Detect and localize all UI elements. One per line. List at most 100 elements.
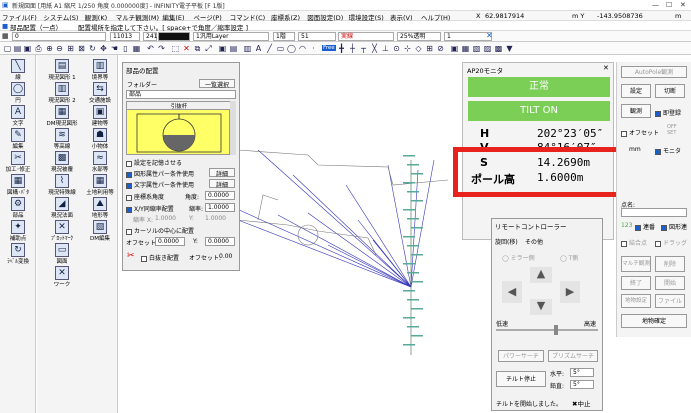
line-tool-icon[interactable]: ╱ bbox=[265, 44, 274, 53]
tool-button[interactable]: ▥ 境界等 bbox=[82, 59, 118, 81]
combine-checkbox[interactable]: 結合点 bbox=[621, 238, 647, 247]
text-attr-checkbox[interactable]: 文字属性パー条件使用 bbox=[126, 180, 194, 189]
graphic-attr-checkbox[interactable]: 図形属性パー条件使用 bbox=[126, 169, 194, 178]
snap-end-icon[interactable]: ╋ bbox=[337, 44, 346, 53]
monitor-close-icon[interactable]: ✕ bbox=[603, 64, 609, 72]
scale-input[interactable]: 1.0000 bbox=[205, 203, 235, 212]
remember-checkbox[interactable]: 設定を記憶させる bbox=[126, 158, 182, 167]
pan-icon[interactable]: ✥ bbox=[99, 44, 108, 53]
snap-perp-icon[interactable]: ┬ bbox=[359, 44, 368, 53]
fill-icon[interactable]: ▧ bbox=[472, 44, 481, 53]
line-number-select[interactable]: 51 bbox=[298, 32, 336, 41]
multi-observe-button[interactable]: マルチ観測 bbox=[621, 256, 651, 272]
tool-button[interactable]: ✕ ﾌﾟﾛｯﾄﾏｰｸ bbox=[37, 220, 87, 242]
rect-tool-icon[interactable]: ▭ bbox=[276, 44, 285, 53]
zoom-window-icon[interactable]: ⊞ bbox=[66, 44, 75, 53]
t-side-radio[interactable]: ◯ T側 bbox=[560, 253, 578, 262]
weight-select[interactable]: 1 bbox=[444, 32, 492, 41]
tab-rotate[interactable]: 旋回(移) bbox=[495, 237, 518, 246]
register-checkbox[interactable]: 即登録 bbox=[655, 108, 681, 117]
redraw-icon[interactable]: ↻ bbox=[88, 44, 97, 53]
layer-number-select[interactable]: 0 bbox=[12, 32, 106, 41]
snap-quad-icon[interactable]: ◇ bbox=[414, 44, 423, 53]
snap-mid-icon[interactable]: ┼ bbox=[348, 44, 357, 53]
category-select[interactable]: 部品 bbox=[126, 90, 236, 99]
tool-button[interactable]: ▤ 現況図形 1 bbox=[37, 59, 87, 81]
color-icon[interactable]: ▦ bbox=[461, 44, 470, 53]
select-icon[interactable]: ⬚ bbox=[171, 44, 180, 53]
xy-scale-checkbox[interactable]: X/Y同縮率配置 bbox=[126, 204, 174, 213]
tool-button[interactable]: ✕ ワーク bbox=[37, 266, 87, 288]
tool-button[interactable]: ▦ DM現況図形 bbox=[37, 105, 87, 127]
speed-slider-thumb[interactable] bbox=[554, 325, 558, 335]
undo-icon[interactable]: ↶ bbox=[146, 44, 155, 53]
floor-select[interactable]: 1階 bbox=[273, 32, 295, 41]
tool-button[interactable]: ╲ 線 bbox=[0, 59, 36, 81]
move-icon[interactable]: ⤢ bbox=[204, 44, 213, 53]
tool-button[interactable]: ▦ 土地利用等 bbox=[82, 174, 118, 196]
tool-button[interactable]: ▩ 現況被覆 bbox=[37, 151, 87, 173]
maximize-button[interactable]: ☐ bbox=[666, 1, 672, 9]
tool-button[interactable]: A 文字 bbox=[0, 105, 36, 127]
snap-off-icon[interactable]: ⊘ bbox=[436, 44, 445, 53]
tool-button[interactable]: ✂ 加工･修正 bbox=[0, 151, 36, 173]
graphic-attr-detail-button[interactable]: 詳細 bbox=[209, 168, 235, 178]
transparency-select[interactable]: 25%透明 bbox=[397, 32, 441, 41]
hand-icon[interactable]: ☚ bbox=[110, 44, 119, 53]
zoom-out-icon[interactable]: ⊖ bbox=[55, 44, 64, 53]
point-name-input[interactable] bbox=[621, 208, 687, 217]
offset-checkbox[interactable]: オフセット bbox=[621, 128, 659, 137]
hatch-icon[interactable]: ▨ bbox=[483, 44, 492, 53]
scissors-icon[interactable]: ✂ bbox=[127, 251, 135, 261]
arc-tool-icon[interactable]: ◠ bbox=[298, 44, 307, 53]
color-select[interactable] bbox=[158, 32, 190, 41]
grid-icon[interactable]: ▦ bbox=[132, 44, 141, 53]
delete-button[interactable]: 削除 bbox=[655, 256, 685, 272]
print-icon[interactable]: ⎙ bbox=[34, 44, 43, 53]
tool-button[interactable]: ▧ DM編集 bbox=[82, 220, 118, 242]
layer-name-select[interactable]: 1汎用Layer bbox=[193, 32, 269, 41]
autopole-button[interactable]: AutoPole観測 bbox=[621, 66, 687, 78]
tool-button[interactable]: ⌇ 現況特殊線 bbox=[37, 174, 87, 196]
close-button[interactable]: ✕ bbox=[680, 1, 686, 9]
feature-settings-button[interactable]: 地物設定 bbox=[621, 294, 651, 308]
delete-icon[interactable]: ✕ bbox=[182, 44, 191, 53]
snap-int-icon[interactable]: ╳ bbox=[370, 44, 379, 53]
minimize-button[interactable]: — bbox=[652, 1, 659, 9]
coord-angle-checkbox[interactable]: 座標系角度 bbox=[126, 192, 164, 201]
tool-button[interactable]: ≈ 水部等 bbox=[82, 151, 118, 173]
end-button[interactable]: 終了 bbox=[621, 276, 651, 290]
disconnect-button[interactable]: 切断 bbox=[655, 84, 685, 98]
tool-button[interactable]: ↻ ﾗﾍﾞﾙ変換 bbox=[0, 243, 36, 265]
cancel-button[interactable]: ✖中止 bbox=[572, 398, 590, 408]
snap-near-icon[interactable]: ⊹ bbox=[403, 44, 412, 53]
code-select[interactable]: 11013 bbox=[110, 32, 140, 41]
right-button[interactable]: ▶ bbox=[560, 281, 580, 303]
zoom-all-icon[interactable]: ⊠ bbox=[77, 44, 86, 53]
tool-button[interactable]: ≋ 等高線 bbox=[37, 128, 87, 150]
down-button[interactable]: ▼ bbox=[530, 299, 552, 315]
tool-button[interactable]: ⚙ 部品 bbox=[0, 197, 36, 219]
copy-icon[interactable]: ⧉ bbox=[193, 44, 202, 53]
mirror-side-radio[interactable]: ◯ ミラー側 bbox=[502, 253, 535, 262]
monitor-checkbox[interactable]: モニタ bbox=[655, 146, 681, 155]
vertical-select[interactable]: 5° bbox=[570, 380, 594, 389]
close-toolbar-icon[interactable]: ✕ bbox=[486, 31, 493, 40]
view-icon[interactable]: ▣ bbox=[450, 44, 459, 53]
point-tool-icon[interactable]: · bbox=[309, 44, 318, 53]
tool-button[interactable]: ▭ 図面 bbox=[37, 243, 87, 265]
new-icon[interactable]: ▢ bbox=[3, 44, 12, 53]
offset-x-input[interactable]: 0.0000 bbox=[155, 237, 185, 246]
list-select-button[interactable]: 一覧選択 bbox=[199, 79, 235, 89]
layer-icon2[interactable]: ▤ bbox=[229, 44, 238, 53]
prism-search-button[interactable]: プリズムサーチ bbox=[548, 350, 598, 362]
tool-button[interactable]: ◯ 円 bbox=[0, 82, 36, 104]
open-icon[interactable]: ▤ bbox=[13, 44, 22, 53]
horizontal-select[interactable]: 5° bbox=[570, 368, 594, 377]
free-button[interactable]: Free bbox=[322, 45, 336, 51]
start-button[interactable]: 開始 bbox=[655, 276, 685, 290]
snap-cen-icon[interactable]: ⊙ bbox=[392, 44, 401, 53]
tilt-stop-button[interactable]: チルト停止 bbox=[496, 371, 546, 387]
snap-tan-icon[interactable]: ⊥ bbox=[381, 44, 390, 53]
auto-place-checkbox[interactable]: 白抜き配置 bbox=[141, 253, 179, 262]
